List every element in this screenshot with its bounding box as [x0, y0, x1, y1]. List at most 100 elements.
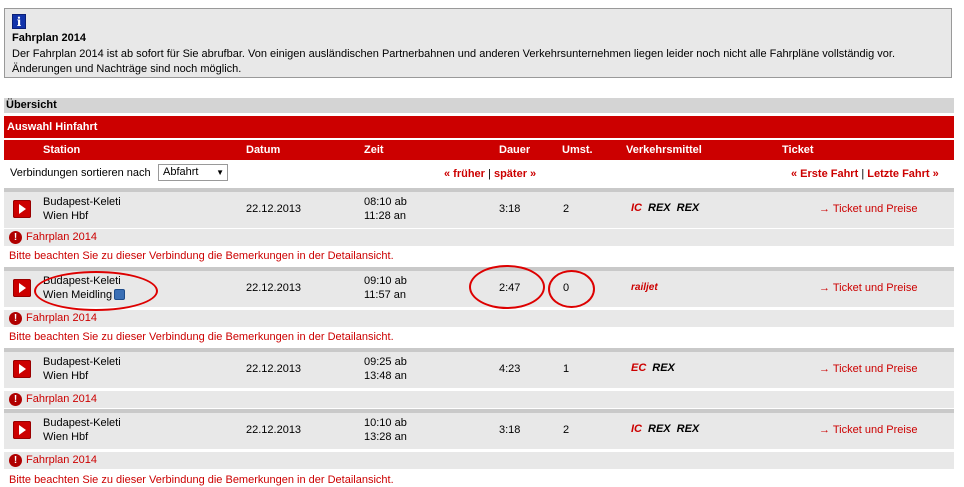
sort-selected-value: Abfahrt: [163, 166, 199, 178]
time-cell: 10:10 ab 13:28 an: [364, 416, 407, 444]
chevron-down-icon: ▼: [216, 168, 224, 177]
arrival-time: 13:28 an: [364, 431, 407, 443]
ticket-link[interactable]: → Ticket und Preise: [819, 203, 917, 215]
rex-label: REX: [652, 362, 675, 374]
ticket-link[interactable]: → Ticket und Preise: [819, 363, 917, 375]
ticket-link[interactable]: → Ticket und Preise: [819, 424, 917, 436]
fahrplan-link[interactable]: Fahrplan 2014: [26, 312, 97, 324]
col-station: Station: [43, 144, 81, 156]
arrival-station: Wien Hbf: [43, 431, 89, 443]
note-text: Bitte beachten Sie zu dieser Verbindung …: [9, 250, 394, 262]
note-row: Bitte beachten Sie zu dieser Verbindung …: [4, 248, 954, 263]
duration-cell: 3:18: [499, 424, 521, 436]
uebersicht-header: Übersicht: [4, 98, 954, 113]
hinfahrt-header: Auswahl Hinfahrt: [4, 116, 954, 138]
departure-time: 09:25 ab: [364, 356, 407, 368]
arrow-right-icon: →: [819, 363, 830, 375]
annotation-circle-station: [34, 271, 158, 311]
ticket-link-label: Ticket und Preise: [832, 363, 918, 375]
arrival-time: 11:28 an: [364, 210, 407, 222]
col-umst: Umst.: [562, 144, 593, 156]
expand-arrow-icon[interactable]: [13, 200, 31, 218]
exclamation-icon: !: [9, 393, 22, 406]
fahrplan-notice-row: ! Fahrplan 2014: [4, 310, 954, 327]
col-zeit: Zeit: [364, 144, 384, 156]
connection-row: Budapest-Keleti Wien Hbf 22.12.2013 10:1…: [4, 413, 954, 449]
rex-label: REX: [676, 202, 700, 214]
duration-cell: 3:18: [499, 203, 521, 215]
expand-arrow-icon[interactable]: [13, 421, 31, 439]
first-trip-link[interactable]: « Erste Fahrt: [791, 168, 858, 180]
col-datum: Datum: [246, 144, 281, 156]
ic-logo: IC: [631, 202, 642, 214]
connection-row: Budapest-Keleti Wien Hbf 22.12.2013 08:1…: [4, 192, 954, 228]
date-cell: 22.12.2013: [246, 282, 302, 294]
earlier-link[interactable]: « früher: [444, 168, 485, 180]
info-text: Der Fahrplan 2014 ist ab sofort für Sie …: [12, 48, 896, 75]
station-cell: Budapest-Keleti Wien Hbf: [43, 355, 121, 383]
arrival-station: Wien Hbf: [43, 210, 89, 222]
departure-time: 09:10 ab: [364, 275, 407, 287]
railjet-logo: railjet: [631, 282, 658, 293]
sort-bar: Verbindungen sortieren nach Abfahrt ▼ « …: [4, 161, 954, 187]
exclamation-icon: !: [9, 454, 22, 467]
rex-label: REX: [676, 423, 700, 435]
nav-first-last: « Erste Fahrt | Letzte Fahrt »: [791, 168, 939, 180]
info-title: Fahrplan 2014: [12, 32, 86, 44]
column-header-row: Station Datum Zeit Dauer Umst. Verkehrsm…: [4, 140, 954, 160]
later-link[interactable]: später »: [494, 168, 536, 180]
connection-row: Budapest-Keleti Wien Hbf 22.12.2013 09:2…: [4, 352, 954, 388]
note-row: Bitte beachten Sie zu dieser Verbindung …: [4, 329, 954, 344]
arrival-time: 13:48 an: [364, 370, 407, 382]
duration-cell: 4:23: [499, 363, 521, 375]
fahrplan-notice-row: ! Fahrplan 2014: [4, 391, 954, 408]
last-trip-link[interactable]: Letzte Fahrt »: [867, 168, 939, 180]
transport-cell: railjet: [631, 281, 658, 293]
info-box: i Fahrplan 2014 Der Fahrplan 2014 ist ab…: [4, 8, 952, 78]
ticket-link[interactable]: → Ticket und Preise: [819, 282, 917, 294]
fahrplan-notice-row: ! Fahrplan 2014: [4, 229, 954, 246]
departure-station: Budapest-Keleti: [43, 196, 121, 208]
note-row: Bitte beachten Sie zu dieser Verbindung …: [4, 472, 954, 487]
changes-cell: 2: [563, 203, 570, 215]
ticket-link-label: Ticket und Preise: [832, 424, 918, 436]
col-verkehrsmittel: Verkehrsmittel: [626, 144, 702, 156]
time-cell: 08:10 ab 11:28 an: [364, 195, 407, 223]
time-cell: 09:25 ab 13:48 an: [364, 355, 407, 383]
departure-station: Budapest-Keleti: [43, 417, 121, 429]
departure-station: Budapest-Keleti: [43, 356, 121, 368]
sort-select[interactable]: Abfahrt ▼: [158, 164, 228, 181]
arrow-right-icon: →: [819, 424, 830, 436]
changes-cell: 2: [563, 424, 570, 436]
expand-arrow-icon[interactable]: [13, 360, 31, 378]
fahrplan-link[interactable]: Fahrplan 2014: [26, 454, 97, 466]
info-icon: i: [12, 14, 26, 29]
fahrplan-link[interactable]: Fahrplan 2014: [26, 231, 97, 243]
date-cell: 22.12.2013: [246, 203, 302, 215]
nav-earlier-later: « früher | später »: [444, 168, 536, 180]
col-ticket: Ticket: [782, 144, 814, 156]
arrival-station: Wien Hbf: [43, 370, 89, 382]
transport-cell: IC REX REX: [631, 423, 705, 435]
rex-label: REX: [648, 202, 671, 214]
ic-logo: IC: [631, 423, 642, 435]
sort-label: Verbindungen sortieren nach: [10, 167, 151, 179]
col-dauer: Dauer: [499, 144, 531, 156]
ticket-link-label: Ticket und Preise: [832, 203, 918, 215]
departure-time: 08:10 ab: [364, 196, 407, 208]
station-cell: Budapest-Keleti Wien Hbf: [43, 416, 121, 444]
arrival-time: 11:57 an: [364, 289, 407, 301]
date-cell: 22.12.2013: [246, 424, 302, 436]
nav-separator: |: [488, 168, 491, 180]
transport-cell: EC REX: [631, 362, 681, 374]
time-cell: 09:10 ab 11:57 an: [364, 274, 407, 302]
date-cell: 22.12.2013: [246, 363, 302, 375]
rex-label: REX: [648, 423, 671, 435]
annotation-circle-duration: [469, 265, 545, 309]
station-cell: Budapest-Keleti Wien Hbf: [43, 195, 121, 223]
fahrplan-link[interactable]: Fahrplan 2014: [26, 393, 97, 405]
exclamation-icon: !: [9, 312, 22, 325]
expand-arrow-icon[interactable]: [13, 279, 31, 297]
arrow-right-icon: →: [819, 203, 830, 215]
exclamation-icon: !: [9, 231, 22, 244]
